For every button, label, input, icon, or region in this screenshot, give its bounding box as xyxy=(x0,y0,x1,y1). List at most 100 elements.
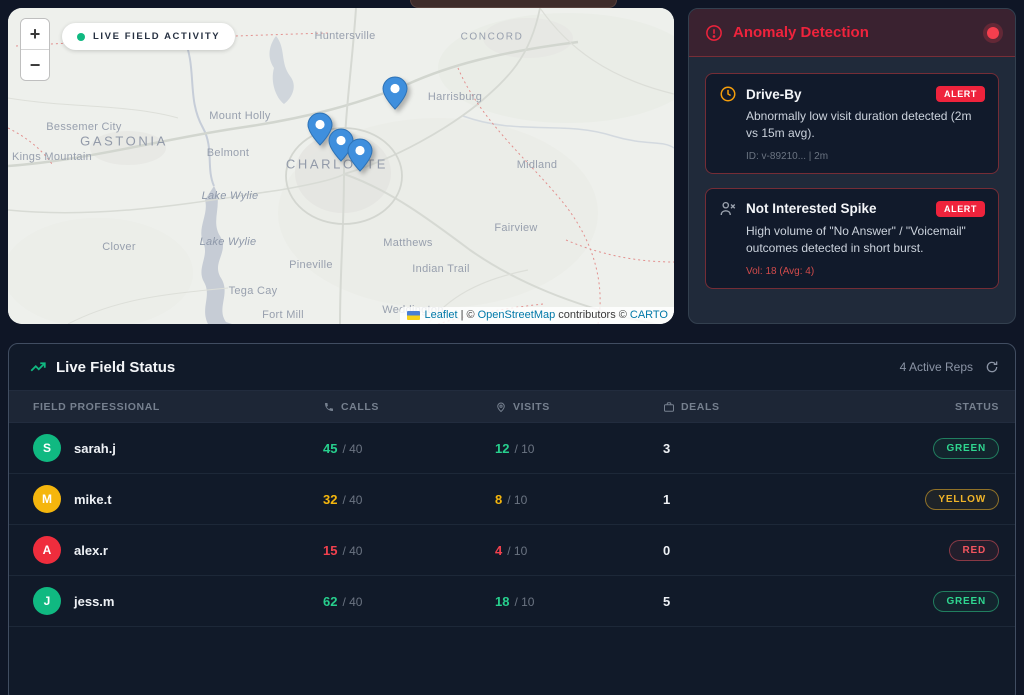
column-deals: DEALS xyxy=(663,401,859,413)
map-label: Bessemer City xyxy=(46,121,121,133)
map-label: Fairview xyxy=(494,222,537,234)
map-label: Matthews xyxy=(383,237,432,249)
avatar: S xyxy=(33,434,61,462)
map-label: Pineville xyxy=(289,259,333,271)
leaflet-link[interactable]: Leaflet xyxy=(425,309,458,321)
deals-value: 3 xyxy=(663,441,859,456)
status-badge: GREEN xyxy=(933,591,999,612)
map-label: Belmont xyxy=(207,147,249,159)
zoom-in-button[interactable]: + xyxy=(21,19,49,49)
alert-badge: ALERT xyxy=(936,86,985,102)
avatar: J xyxy=(33,587,61,615)
deals-value: 1 xyxy=(663,492,859,507)
anomaly-detection-panel: Anomaly Detection Drive-By ALERT Abnorma… xyxy=(688,8,1016,324)
column-label: DEALS xyxy=(681,401,720,413)
rep-name: mike.t xyxy=(74,492,112,507)
visits-target: / 10 xyxy=(507,493,527,507)
carto-link[interactable]: CARTO xyxy=(630,309,668,321)
avatar: M xyxy=(33,485,61,513)
calls-value: 15 xyxy=(323,543,337,558)
phone-icon xyxy=(323,401,335,413)
rep-name: sarah.j xyxy=(74,441,116,456)
map-attribution: Leaflet | © OpenStreetMap contributors ©… xyxy=(400,307,674,324)
map-label: CONCORD xyxy=(461,32,524,43)
visits-value: 4 xyxy=(495,543,502,558)
map-zoom-control: + − xyxy=(20,18,50,81)
visits-target: / 10 xyxy=(514,595,534,609)
clock-icon xyxy=(719,85,737,103)
alert-circle-icon xyxy=(705,24,723,42)
attribution-text: | © xyxy=(461,309,475,321)
column-calls: CALLS xyxy=(323,401,495,413)
map-label: Huntersville xyxy=(314,30,375,42)
live-field-activity-badge: LIVE FIELD ACTIVITY xyxy=(62,23,235,50)
map-label: GASTONIA xyxy=(80,134,168,149)
status-badge: YELLOW xyxy=(925,489,999,510)
attribution-text: contributors © xyxy=(558,309,627,321)
column-label: FIELD PROFESSIONAL xyxy=(33,401,160,413)
refresh-button[interactable] xyxy=(985,360,999,374)
active-reps-count: 4 Active Reps xyxy=(900,360,973,374)
map-label: Lake Wylie xyxy=(202,190,259,202)
deals-value: 5 xyxy=(663,594,859,609)
table-row: S sarah.j 45/ 40 12/ 10 3 GREEN xyxy=(9,423,1015,474)
map-label: Clover xyxy=(102,241,136,253)
status-panel-title: Live Field Status xyxy=(56,359,900,376)
alert-status-dot-icon xyxy=(987,27,999,39)
rep-name: alex.r xyxy=(74,543,108,558)
anomaly-panel-title: Anomaly Detection xyxy=(733,24,977,41)
column-label: CALLS xyxy=(341,401,379,413)
status-badge: GREEN xyxy=(933,438,999,459)
map-label: Kings Mountain xyxy=(12,151,92,163)
calls-target: / 40 xyxy=(342,493,362,507)
dashboard: Huntersville CONCORD Harrisburg Mount Ho… xyxy=(0,0,1024,695)
column-field-professional: FIELD PROFESSIONAL xyxy=(33,401,323,413)
visits-target: / 10 xyxy=(514,442,534,456)
column-visits: VISITS xyxy=(495,401,663,413)
map-marker-icon[interactable] xyxy=(347,138,373,172)
refresh-icon xyxy=(985,360,999,374)
calls-target: / 40 xyxy=(342,544,362,558)
avatar: A xyxy=(33,536,61,564)
deals-value: 0 xyxy=(663,543,859,558)
map-label: Lake Wylie xyxy=(200,236,257,248)
column-status: STATUS xyxy=(955,401,999,413)
table-row: M mike.t 32/ 40 8/ 10 1 YELLOW xyxy=(9,474,1015,525)
alert-card-not-interested-spike[interactable]: Not Interested Spike ALERT High volume o… xyxy=(705,188,999,289)
map-label: Tega Cay xyxy=(229,285,278,297)
visits-target: / 10 xyxy=(507,544,527,558)
alert-title: Not Interested Spike xyxy=(746,201,927,216)
live-badge-label: LIVE FIELD ACTIVITY xyxy=(93,31,220,42)
calls-value: 62 xyxy=(323,594,337,609)
status-badge: RED xyxy=(949,540,999,561)
toast-notification xyxy=(410,0,617,8)
live-field-status-panel: Live Field Status 4 Active Reps FIELD PR… xyxy=(8,343,1016,695)
live-map-panel: Huntersville CONCORD Harrisburg Mount Ho… xyxy=(8,8,674,324)
alert-meta: Vol: 18 (Avg: 4) xyxy=(719,266,985,277)
visits-value: 18 xyxy=(495,594,509,609)
visits-value: 12 xyxy=(495,441,509,456)
live-dot-icon xyxy=(77,33,85,41)
map-label: Harrisburg xyxy=(428,91,482,103)
alert-description: High volume of "No Answer" / "Voicemail"… xyxy=(719,223,985,258)
calls-target: / 40 xyxy=(342,595,362,609)
ukraine-flag-icon xyxy=(407,311,420,320)
rep-name: jess.m xyxy=(74,594,114,609)
column-label: VISITS xyxy=(513,401,550,413)
map-marker-icon[interactable] xyxy=(382,76,408,110)
alert-list: Drive-By ALERT Abnormally low visit dura… xyxy=(689,57,1015,305)
user-x-icon xyxy=(719,200,737,218)
map-label: Midland xyxy=(517,159,558,171)
calls-target: / 40 xyxy=(342,442,362,456)
table-row: J jess.m 62 / 40 18 / 10 5 GREEN xyxy=(9,576,1015,627)
visits-value: 8 xyxy=(495,492,502,507)
anomaly-panel-header: Anomaly Detection xyxy=(689,9,1015,57)
map-label: Mount Holly xyxy=(209,110,270,122)
alert-card-drive-by[interactable]: Drive-By ALERT Abnormally low visit dura… xyxy=(705,73,999,174)
table-header-row: FIELD PROFESSIONAL CALLS VISITS DEALS xyxy=(9,391,1015,423)
zoom-out-button[interactable]: − xyxy=(21,50,49,80)
trending-up-icon xyxy=(29,358,47,376)
briefcase-icon xyxy=(663,401,675,413)
map-pin-icon xyxy=(495,401,507,413)
openstreetmap-link[interactable]: OpenStreetMap xyxy=(478,309,556,321)
